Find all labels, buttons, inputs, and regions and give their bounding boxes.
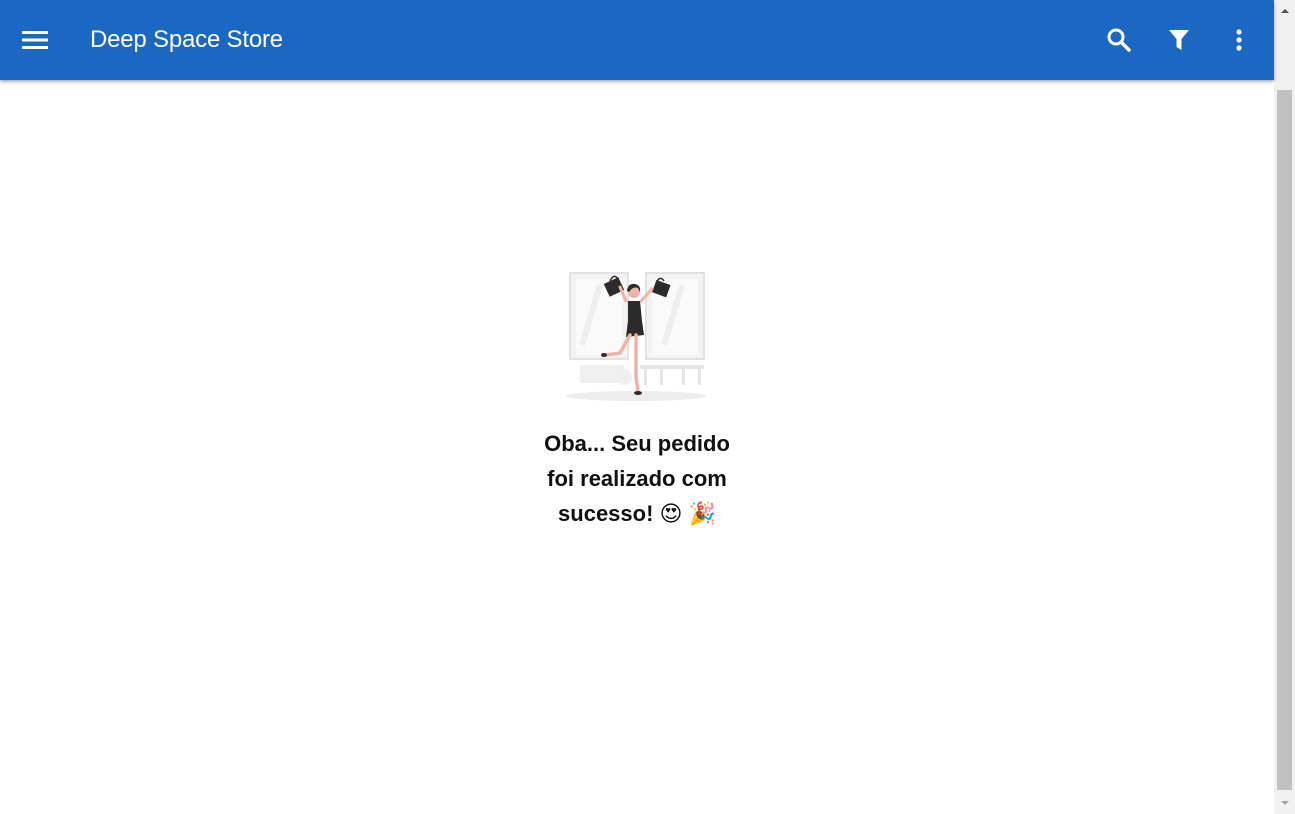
search-button[interactable] — [1099, 20, 1139, 60]
more-vert-icon — [1236, 29, 1242, 51]
menu-icon — [22, 31, 48, 49]
page: Deep Space Store Oba... Seu pedido foi r… — [0, 0, 1274, 814]
order-success-message: Oba... Seu pedido foi realizado com suce… — [544, 431, 730, 526]
scroll-down-button[interactable] — [1274, 794, 1295, 811]
scroll-up-arrow-icon — [1280, 8, 1289, 13]
app-bar: Deep Space Store — [0, 0, 1274, 80]
filter-icon — [1169, 30, 1189, 50]
order-success-illustration — [560, 265, 712, 405]
more-options-button[interactable] — [1219, 20, 1259, 60]
filter-button[interactable] — [1159, 20, 1199, 60]
scroll-up-button[interactable] — [1274, 2, 1295, 19]
menu-button[interactable] — [15, 20, 55, 60]
app-title: Deep Space Store — [90, 26, 283, 53]
search-icon — [1107, 28, 1131, 52]
scroll-down-arrow-icon — [1280, 800, 1289, 805]
scrollbar-thumb[interactable] — [1277, 90, 1292, 790]
vertical-scrollbar[interactable] — [1274, 0, 1295, 814]
